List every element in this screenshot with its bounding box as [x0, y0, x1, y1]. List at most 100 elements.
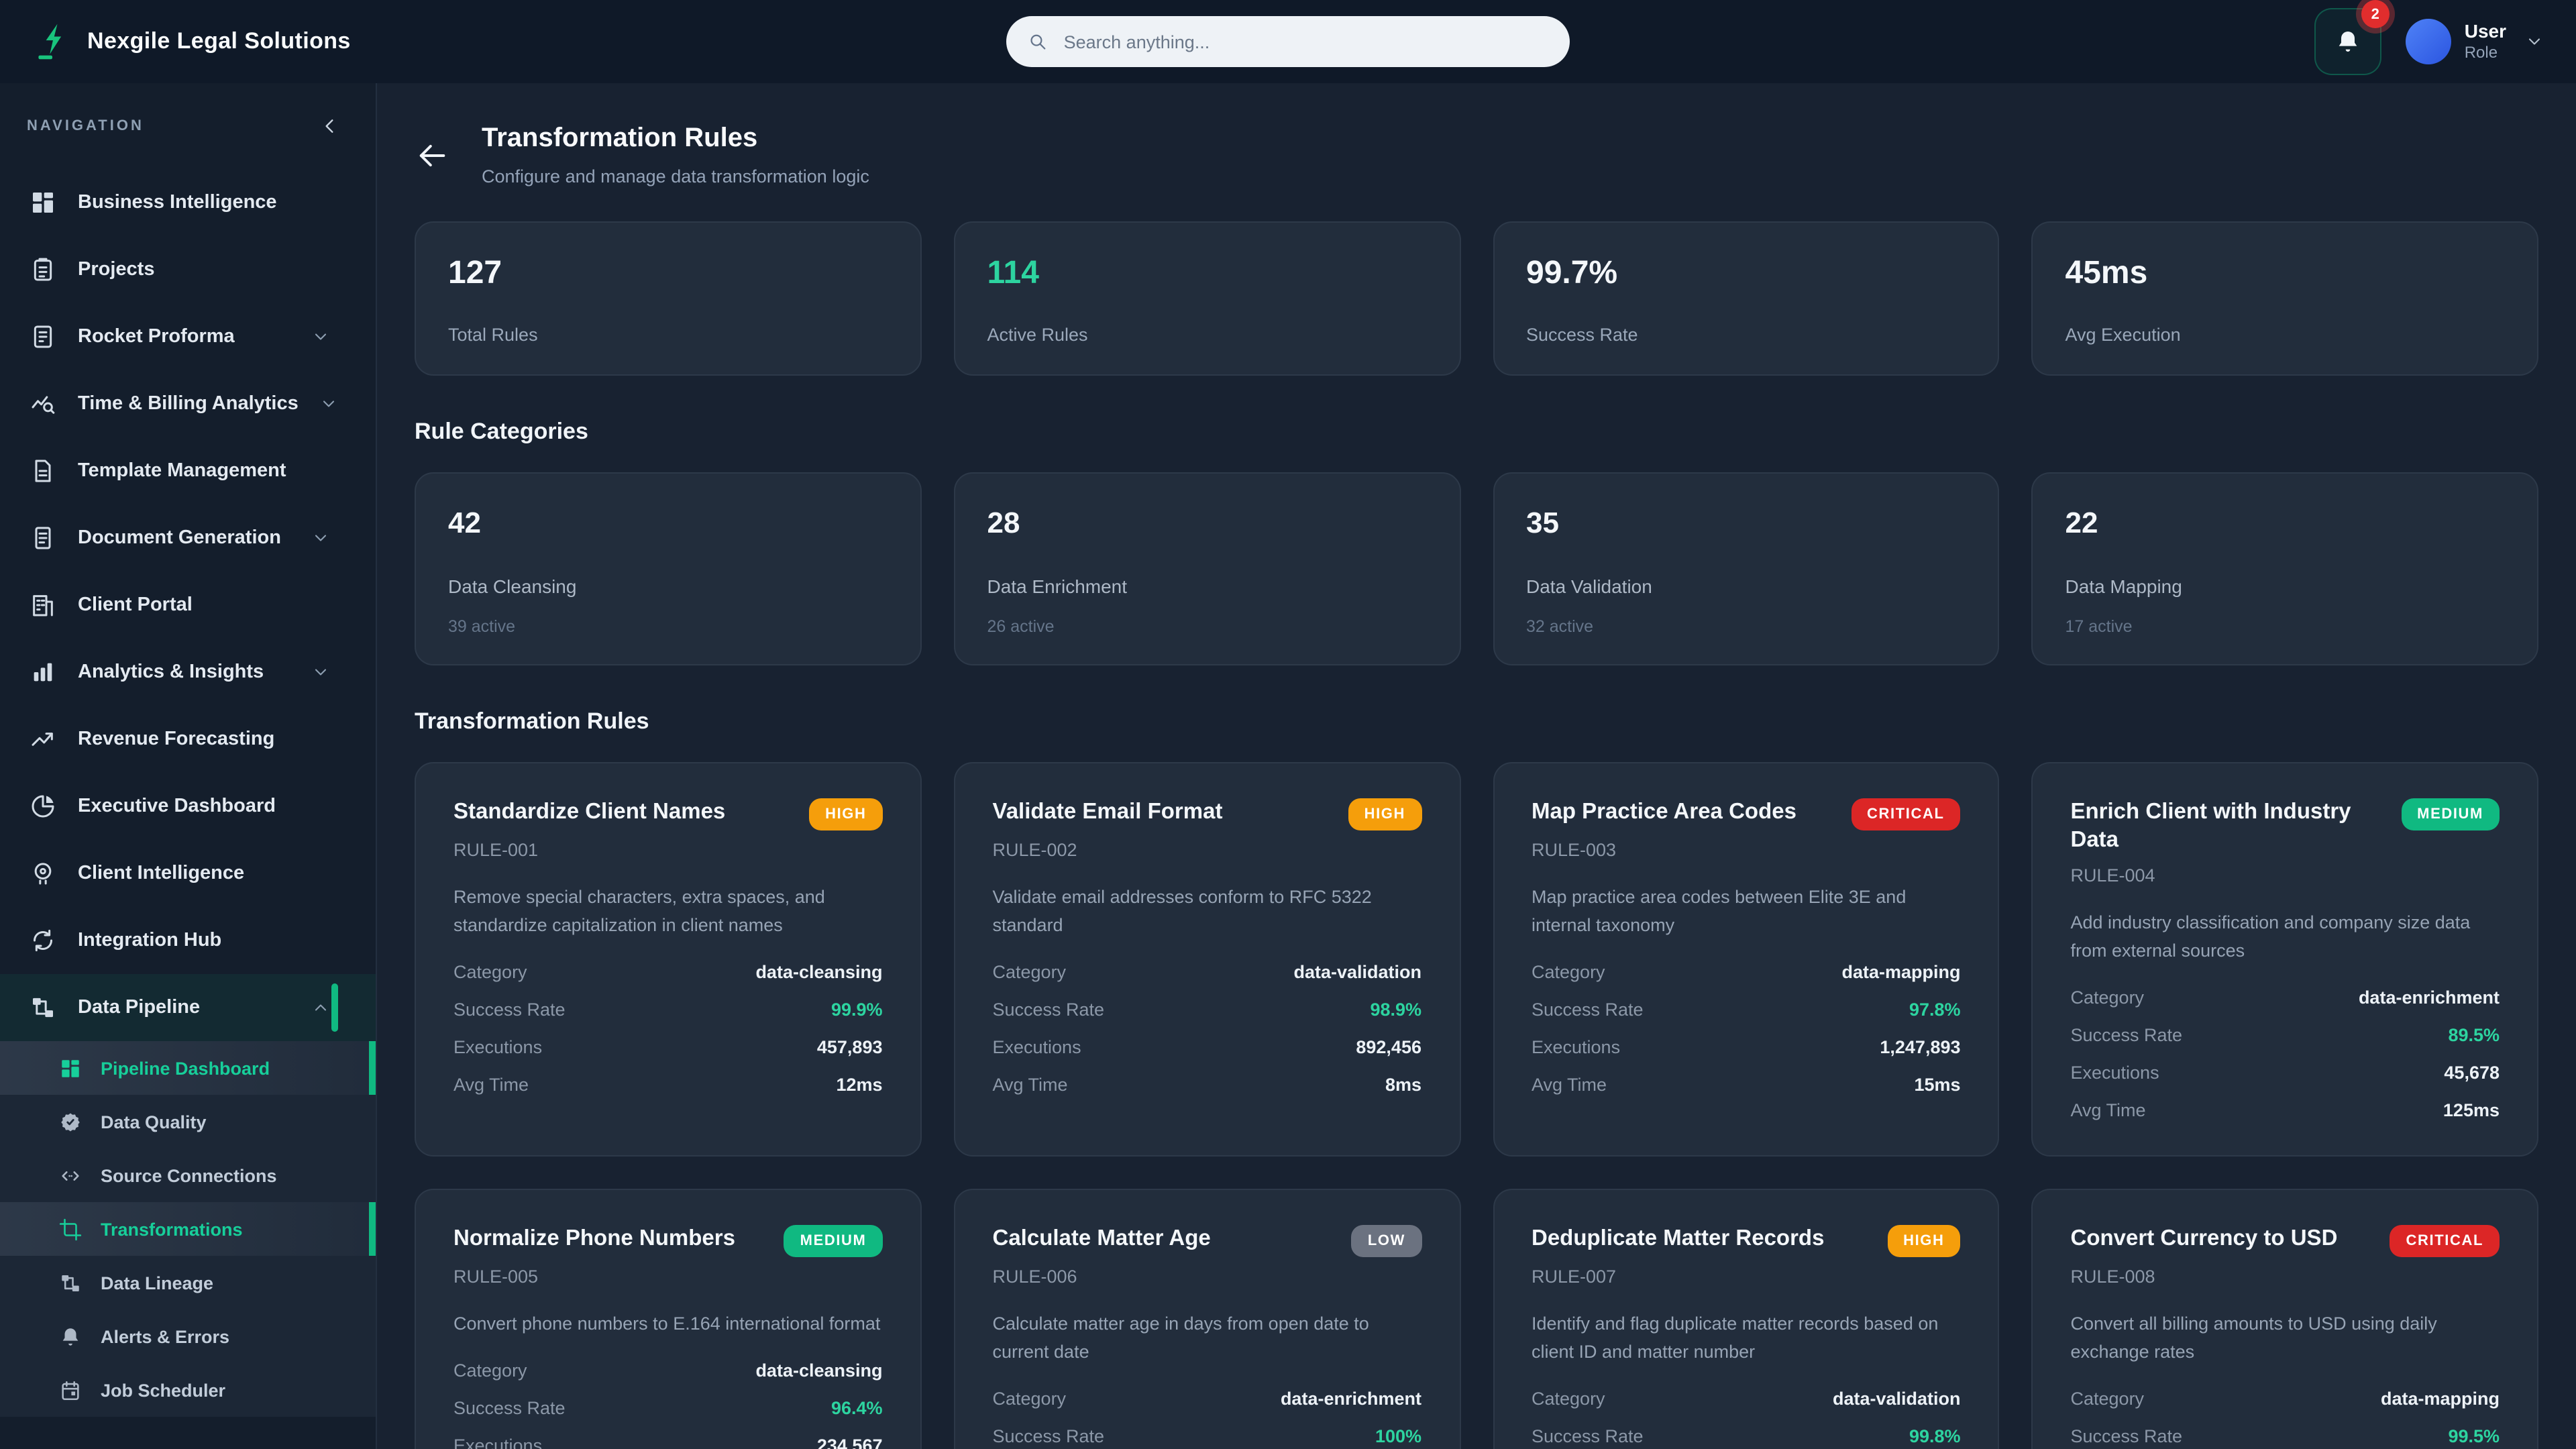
rule-metric-row: Category data-enrichment [992, 1388, 1422, 1409]
page-header: Transformation Rules Configure and manag… [415, 123, 2538, 186]
priority-badge: MEDIUM [784, 1224, 883, 1257]
main-content: Transformation Rules Configure and manag… [377, 83, 2576, 1449]
bell-icon [2334, 28, 2361, 55]
sidebar-subitem[interactable]: Alerts & Errors [0, 1309, 376, 1363]
page-subtitle: Configure and manage data transformation… [482, 166, 869, 186]
category-card: 22 Data Mapping 17 active [2031, 472, 2538, 665]
rule-description: Calculate matter age in days from open d… [992, 1313, 1369, 1362]
rule-description: Remove special characters, extra spaces,… [453, 887, 825, 935]
search-bar[interactable] [1006, 16, 1570, 67]
priority-badge: HIGH [1887, 1224, 1961, 1257]
clipboard-icon [30, 256, 56, 283]
sidebar-item[interactable]: Business Intelligence [0, 169, 376, 236]
category-row: 42 Data Cleansing 39 active 28 Data Enri… [415, 472, 2538, 665]
sidebar-item[interactable]: Analytics & Insights [0, 639, 376, 706]
pipeline-icon [30, 994, 56, 1021]
category-card: 28 Data Enrichment 26 active [953, 472, 1460, 665]
priority-badge: MEDIUM [2401, 798, 2500, 830]
back-button[interactable] [415, 138, 449, 172]
chevron-down-icon [311, 529, 330, 547]
sidebar-collapse-button[interactable] [319, 115, 341, 137]
rule-metric-row: Category data-enrichment [2070, 987, 2500, 1008]
grid-icon [30, 189, 56, 216]
rule-card[interactable]: Normalize Phone Numbers MEDIUM RULE-005 … [415, 1188, 922, 1449]
rule-card[interactable]: Enrich Client with Industry Data MEDIUM … [2031, 762, 2538, 1157]
rule-metric-row: Success Rate 100% [992, 1426, 1422, 1446]
notifications-button[interactable]: 2 [2314, 0, 2390, 75]
sidebar-subitem[interactable]: Data Lineage [0, 1256, 376, 1309]
navigation-label: NAVIGATION [27, 118, 144, 134]
category-card: 35 Data Validation 32 active [1493, 472, 2000, 665]
avatar [2405, 19, 2451, 64]
pie-icon [30, 793, 56, 820]
sidebar-item[interactable]: Client Portal [0, 572, 376, 639]
rule-metric-row: Success Rate 98.9% [992, 999, 1422, 1020]
building-icon [30, 592, 56, 619]
sidebar-item[interactable]: Integration Hub [0, 907, 376, 974]
trending-icon [30, 726, 56, 753]
search-input[interactable] [1061, 30, 1548, 53]
rule-metric-row: Executions 45,678 [2070, 1062, 2500, 1083]
rule-id: RULE-002 [992, 840, 1077, 860]
chevron-down-icon [311, 663, 330, 682]
sidebar-item[interactable]: Time & Billing Analytics [0, 370, 376, 437]
sidebar-subitem[interactable]: Job Scheduler [0, 1363, 376, 1417]
sidebar-subitem[interactable]: Source Connections [0, 1148, 376, 1202]
rule-description: Convert phone numbers to E.164 internati… [453, 1313, 881, 1334]
sidebar-item[interactable]: Document Generation [0, 504, 376, 572]
receipt-icon [30, 323, 56, 350]
sidebar-item[interactable]: Executive Dashboard [0, 773, 376, 840]
rule-card[interactable]: Map Practice Area Codes CRITICAL RULE-00… [1493, 762, 2000, 1157]
rule-metric-row: Success Rate 89.5% [2070, 1024, 2500, 1045]
stats-row: 127 Total Rules 114 Active Rules 99.7% S… [415, 221, 2538, 376]
rule-card[interactable]: Deduplicate Matter Records HIGH RULE-007… [1493, 1188, 2000, 1449]
sidebar-item[interactable]: Data Pipeline [0, 974, 376, 1041]
sidebar-item[interactable]: Client Intelligence [0, 840, 376, 907]
sidebar-subitem[interactable]: Transformations [0, 1202, 376, 1256]
chevron-down-icon [2525, 32, 2544, 51]
priority-badge: HIGH [809, 798, 883, 830]
pipeline-icon [59, 1271, 82, 1294]
sidebar-item[interactable]: Rocket Proforma [0, 303, 376, 370]
user-menu[interactable]: User Role [2405, 19, 2544, 64]
rule-description: Map practice area codes between Elite 3E… [1532, 887, 1907, 935]
rule-description: Add industry classification and company … [2070, 912, 2471, 961]
rule-id: RULE-008 [2070, 1266, 2155, 1287]
header-actions: 2 User Role [2314, 0, 2544, 75]
barchart-icon [30, 659, 56, 686]
logo-icon [32, 21, 72, 62]
priority-badge: HIGH [1348, 798, 1421, 830]
rule-metric-row: Avg Time 8ms [992, 1074, 1422, 1095]
section-title-categories: Rule Categories [415, 419, 588, 444]
stat-card: 127 Total Rules [415, 221, 922, 376]
sidebar-subitem[interactable]: Pipeline Dashboard [0, 1041, 376, 1095]
priority-badge: CRITICAL [2390, 1224, 2500, 1257]
sidebar-item[interactable]: Projects [0, 236, 376, 303]
chart-search-icon [30, 390, 56, 417]
section-title-rules: Transformation Rules [415, 708, 649, 734]
sidebar-subitem[interactable]: Data Quality [0, 1095, 376, 1148]
rule-description: Identify and flag duplicate matter recor… [1532, 1313, 1939, 1362]
badgecheck-icon [59, 1110, 82, 1133]
rule-card[interactable]: Convert Currency to USD CRITICAL RULE-00… [2031, 1188, 2538, 1449]
rule-metric-row: Executions 892,456 [992, 1036, 1422, 1057]
rule-card[interactable]: Calculate Matter Age LOW RULE-006 Calcul… [953, 1188, 1460, 1449]
rule-metric-row: Category data-mapping [1532, 961, 1961, 982]
code-icon [59, 1164, 82, 1187]
priority-badge: LOW [1351, 1224, 1421, 1257]
rule-description: Validate email addresses conform to RFC … [992, 887, 1372, 935]
calendar-icon [59, 1379, 82, 1401]
brand: Nexgile Legal Solutions [32, 21, 351, 62]
priority-badge: CRITICAL [1851, 798, 1961, 830]
rule-metric-row: Executions 234,567 [453, 1435, 883, 1449]
stat-card: 45ms Avg Execution [2031, 221, 2538, 376]
user-name: User [2464, 20, 2506, 42]
rule-card[interactable]: Validate Email Format HIGH RULE-002 Vali… [953, 762, 1460, 1157]
rule-card[interactable]: Standardize Client Names HIGH RULE-001 R… [415, 762, 922, 1157]
top-header: Nexgile Legal Solutions 2 User Role [0, 0, 2576, 83]
sidebar-item[interactable]: Revenue Forecasting [0, 706, 376, 773]
rule-id: RULE-007 [1532, 1266, 1617, 1287]
rule-metric-row: Category data-mapping [2070, 1388, 2500, 1409]
chevron-down-icon [311, 327, 330, 346]
sidebar-item[interactable]: Template Management [0, 437, 376, 504]
